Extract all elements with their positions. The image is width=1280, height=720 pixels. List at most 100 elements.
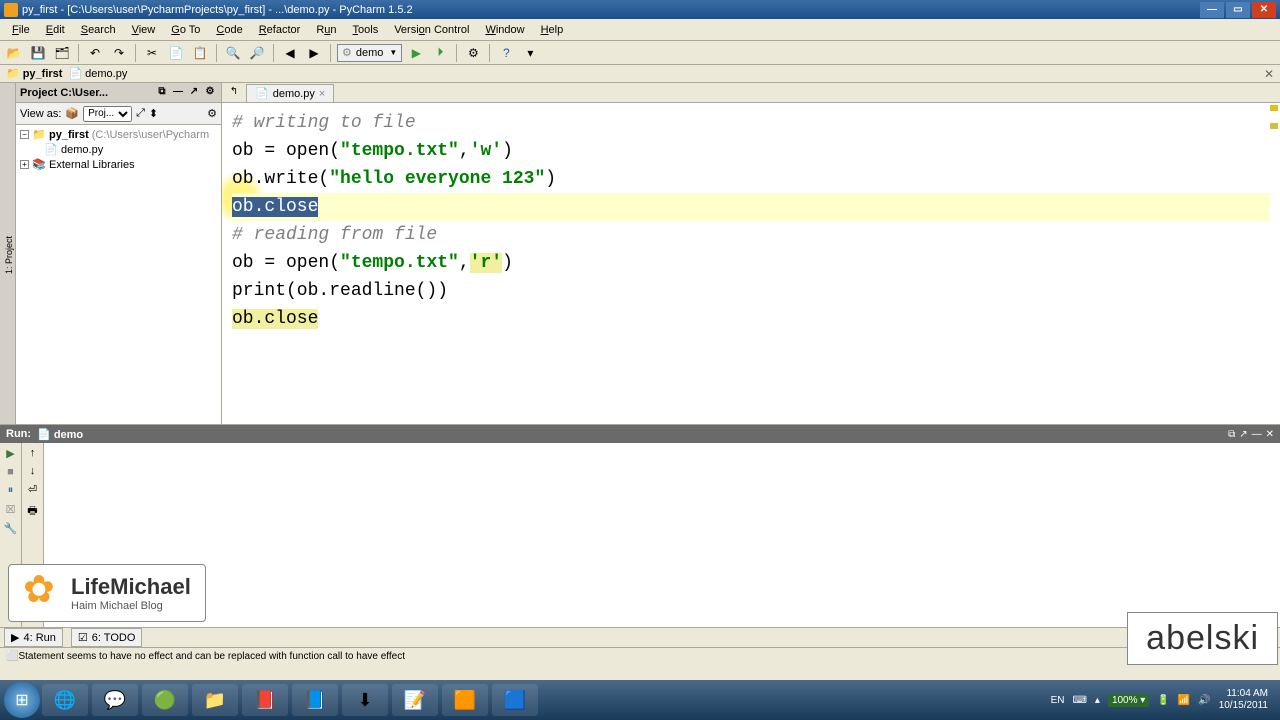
tray-clock[interactable]: 11:04 AM 10/15/2011 [1219, 688, 1268, 712]
menu-tools[interactable]: Tools [345, 22, 387, 38]
hide-icon[interactable]: — [171, 86, 185, 100]
close-icon[interactable]: ✕ [1266, 429, 1274, 440]
tree-file-demo[interactable]: 📄demo.py [18, 142, 219, 157]
collapse-icon[interactable]: ⧉ [155, 86, 169, 100]
copy-icon[interactable]: 📄 [166, 43, 186, 63]
taskbar-skype-icon[interactable]: 💬 [92, 684, 138, 716]
find-icon[interactable]: 🔍 [223, 43, 243, 63]
tray-sound-icon[interactable]: 🔊 [1198, 695, 1210, 706]
menu-refactor[interactable]: Refactor [251, 22, 309, 38]
save-icon[interactable]: 💾 [28, 43, 48, 63]
taskbar-word-icon[interactable]: 📘 [292, 684, 338, 716]
overlay-abelski: abelski [1127, 612, 1278, 665]
start-button[interactable]: ⊞ [4, 682, 40, 718]
chevron-down-icon: ▼ [389, 48, 397, 57]
float-icon[interactable]: ↗ [187, 86, 201, 100]
down-icon[interactable]: ↓ [30, 465, 36, 477]
tray-zoom[interactable]: 100% ▾ [1108, 694, 1149, 707]
rerun-icon[interactable]: ▶ [6, 447, 14, 460]
tray-battery-icon[interactable]: 🔋 [1157, 695, 1169, 706]
menu-vcs[interactable]: Version Control [386, 22, 477, 38]
print-icon[interactable]: 🖶 [27, 502, 37, 521]
tray-network-icon[interactable]: 📶 [1178, 695, 1190, 706]
taskbar-acrobat-icon[interactable]: 📕 [242, 684, 288, 716]
tree-root[interactable]: −📁py_first (C:\Users\user\Pycharm [18, 127, 219, 142]
wrap-icon[interactable]: ⏎ [28, 483, 37, 496]
close-icon[interactable]: ✕ [1264, 67, 1274, 81]
gutter-mark-warn[interactable] [1270, 105, 1278, 111]
gear-icon[interactable]: ⚙ [203, 86, 217, 100]
dropdown-icon[interactable]: ▾ [520, 43, 540, 63]
settings-icon[interactable]: ⚙ [207, 107, 217, 120]
open-icon[interactable]: 📂 [4, 43, 24, 63]
taskbar-ie-icon[interactable]: 🌐 [42, 684, 88, 716]
expand-icon[interactable]: ⤢ [136, 107, 145, 120]
menu-bar: File Edit Search View Go To Code Refacto… [0, 19, 1280, 41]
gutter-mark[interactable] [1270, 123, 1278, 129]
project-panel-header: Project C:\User... ⧉ — ↗ ⚙ [16, 83, 221, 103]
menu-edit[interactable]: Edit [38, 22, 73, 38]
breadcrumb-project[interactable]: 📁 py_first [6, 67, 62, 80]
close-button[interactable]: ✕ [1252, 2, 1276, 18]
taskbar-explorer-icon[interactable]: 📁 [192, 684, 238, 716]
run-icon[interactable]: ▶ [406, 43, 426, 63]
replace-icon[interactable]: 🔎 [247, 43, 267, 63]
menu-file[interactable]: File [4, 22, 38, 38]
run-config-name: demo [356, 47, 384, 59]
pin-icon[interactable]: ⧉ [1228, 429, 1235, 440]
bottom-tool-tabs: ▶ 4: Run ☑ 6: TODO [0, 627, 1280, 647]
view-as-select[interactable]: Proj... [83, 106, 132, 122]
back-icon[interactable]: ◀ [280, 43, 300, 63]
bottom-tab-run[interactable]: ▶ 4: Run [4, 628, 63, 647]
cut-icon[interactable]: ✂ [142, 43, 162, 63]
taskbar-pycharm-icon[interactable]: 🟧 [442, 684, 488, 716]
project-tree: −📁py_first (C:\Users\user\Pycharm 📄demo.… [16, 125, 221, 424]
taskbar-app-icon[interactable]: ⬇ [342, 684, 388, 716]
menu-goto[interactable]: Go To [163, 22, 208, 38]
forward-icon[interactable]: ▶ [304, 43, 324, 63]
taskbar-app2-icon[interactable]: 📝 [392, 684, 438, 716]
window-titlebar: py_first - [C:\Users\user\PycharmProject… [0, 0, 1280, 19]
maximize-button[interactable]: ▭ [1226, 2, 1250, 18]
undo-icon[interactable]: ↶ [85, 43, 105, 63]
tab-close-icon[interactable]: × [319, 88, 325, 100]
nav-back-icon[interactable]: ↰ [226, 86, 242, 102]
redo-icon[interactable]: ↷ [109, 43, 129, 63]
status-icon: ⬜ [6, 651, 18, 662]
taskbar-app3-icon[interactable]: 🟦 [492, 684, 538, 716]
minimize-icon[interactable]: — [1252, 429, 1262, 440]
pause-icon[interactable]: ⏸ [8, 484, 14, 497]
tray-arrow-icon[interactable]: ▴ [1095, 695, 1100, 706]
settings-icon[interactable]: ⚙ [463, 43, 483, 63]
bottom-tab-todo[interactable]: ☑ 6: TODO [71, 628, 142, 647]
minimize-button[interactable]: — [1200, 2, 1224, 18]
tray-keyboard-icon[interactable]: ⌨ [1072, 695, 1086, 706]
menu-code[interactable]: Code [208, 22, 250, 38]
editor-tab-demo[interactable]: 📄 demo.py × [246, 84, 334, 102]
gear-icon: ⚙ [342, 46, 352, 59]
close-run-icon[interactable]: ☒ [6, 503, 16, 516]
up-icon[interactable]: ↑ [30, 447, 36, 459]
code-editor[interactable]: # writing to file ob = open("tempo.txt",… [222, 103, 1280, 424]
paste-icon[interactable]: 📋 [190, 43, 210, 63]
breadcrumb-file[interactable]: 📄 demo.py [68, 67, 127, 80]
restore-icon[interactable]: ↗ [1239, 429, 1247, 440]
menu-window[interactable]: Window [477, 22, 532, 38]
tree-external-libs[interactable]: +📚External Libraries [18, 157, 219, 172]
side-tab-project[interactable]: 1: Project [3, 232, 15, 278]
menu-help[interactable]: Help [533, 22, 572, 38]
help-icon[interactable]: ? [496, 43, 516, 63]
menu-run[interactable]: Run [308, 22, 344, 38]
stop-icon[interactable]: ■ [7, 466, 14, 478]
wrench-icon[interactable]: 🔧 [4, 522, 18, 535]
debug-icon[interactable]: ⏵ [430, 43, 450, 63]
tray-lang[interactable]: EN [1051, 695, 1065, 706]
menu-search[interactable]: Search [73, 22, 124, 38]
scroll-icon[interactable]: ⬍ [149, 107, 158, 120]
saveall-icon[interactable]: 🗂 [52, 43, 72, 63]
menu-view[interactable]: View [124, 22, 164, 38]
taskbar-chrome-icon[interactable]: 🟢 [142, 684, 188, 716]
run-output[interactable] [44, 443, 1280, 627]
run-config-selector[interactable]: ⚙ demo ▼ [337, 44, 402, 62]
overlay-lm-title: LifeMichael [71, 574, 191, 600]
